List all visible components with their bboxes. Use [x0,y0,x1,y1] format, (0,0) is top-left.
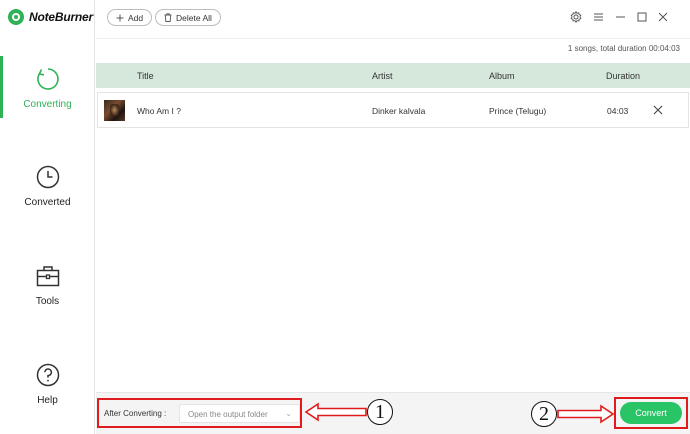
minimize-icon[interactable] [615,12,626,22]
sidebar-item-help[interactable]: Help [0,362,95,406]
song-title: Who Am I ? [137,106,181,116]
window-controls [570,11,668,23]
sidebar-item-label: Converting [23,99,72,110]
album-cover [104,100,125,121]
delete-all-label: Delete All [176,12,212,23]
song-summary: 1 songs, total duration 00:04:03 [567,44,680,53]
add-label: Add [128,12,144,23]
trash-icon [164,13,172,22]
table-row[interactable]: Who Am I ? Dinker kalvala Prince (Telugu… [97,92,689,128]
toolbar: Add Delete All [96,0,690,36]
sidebar-item-tools[interactable]: Tools [0,263,95,307]
add-button[interactable]: Add [107,9,153,26]
sidebar-item-label: Tools [35,296,60,307]
convert-button[interactable]: Convert [620,402,682,424]
remove-song-icon[interactable] [651,103,665,117]
column-album: Album [489,71,515,81]
settings-icon[interactable] [570,11,582,23]
toolbox-icon [36,266,59,287]
chevron-down-icon: ⌄ [285,409,292,418]
after-converting-select[interactable]: Open the output folder ⌄ [179,404,300,423]
clock-icon [36,165,59,189]
converting-icon [36,68,59,90]
song-artist: Dinker kalvala [372,106,426,116]
sidebar-item-label: Help [37,395,58,406]
sidebar-item-converting[interactable]: Converting [0,56,95,118]
plus-icon [116,14,124,21]
annotation-arrow-left [304,402,367,422]
after-converting-value: Open the output folder [188,410,268,419]
help-icon [36,363,59,387]
annotation-step-2: 2 [531,401,557,427]
song-duration: 04:03 [607,106,629,116]
app-logo: NoteBurner [8,9,93,25]
close-icon[interactable] [658,12,668,22]
maximize-icon[interactable] [637,12,647,22]
sidebar: NoteBurner Converting Converted Tools He… [0,0,95,434]
sidebar-item-converted[interactable]: Converted [0,164,95,208]
annotation-step-1: 1 [367,399,393,425]
sidebar-item-label: Converted [24,197,71,208]
column-title: Title [137,71,154,81]
column-artist: Artist [372,71,393,81]
noteburner-logo-icon [8,9,24,25]
column-duration: Duration [606,71,641,81]
song-album: Prince (Telugu) [489,106,547,116]
after-converting-label: After Converting : [104,409,167,418]
table-header: Title Artist Album Duration [96,63,690,88]
toolbar-divider [96,38,690,39]
menu-icon[interactable] [593,12,604,22]
annotation-arrow-right [557,404,615,424]
delete-all-button[interactable]: Delete All [155,9,221,26]
app-name: NoteBurner [29,10,94,24]
